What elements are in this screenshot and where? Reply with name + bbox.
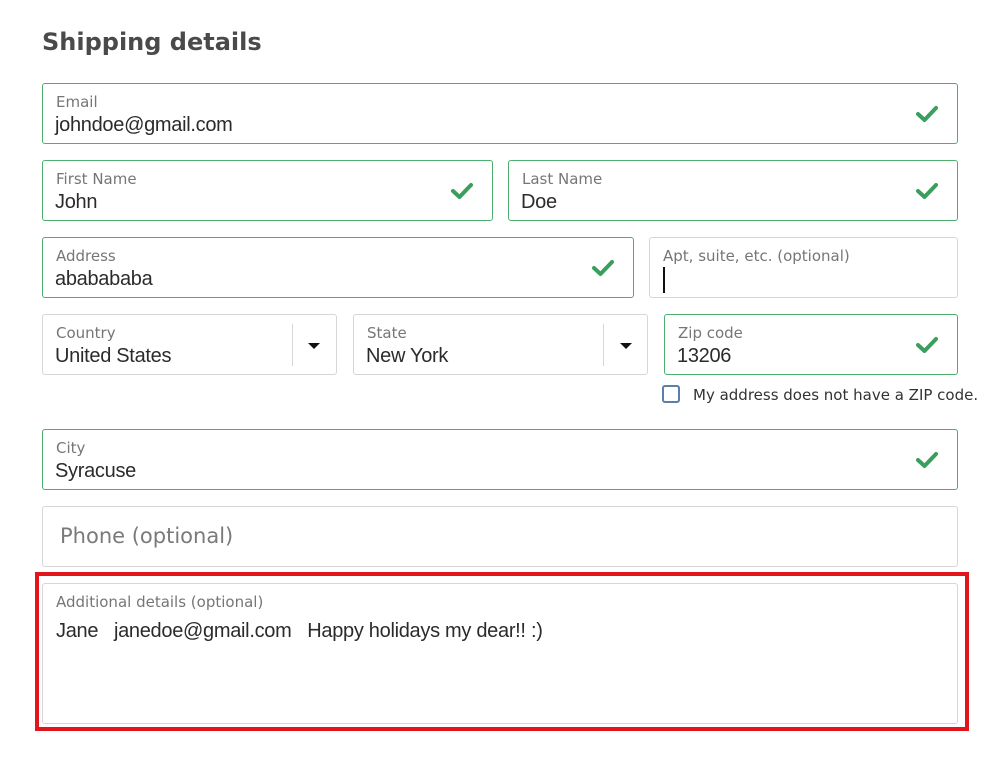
- chevron-down-icon[interactable]: [308, 343, 320, 349]
- country-value: United States: [55, 345, 172, 367]
- select-divider: [603, 324, 604, 366]
- phone-placeholder: Phone (optional): [60, 524, 234, 548]
- last-name-label: Last Name: [522, 170, 603, 188]
- apt-field[interactable]: Apt, suite, etc. (optional): [649, 237, 958, 298]
- select-divider: [292, 324, 293, 366]
- state-label: State: [367, 324, 407, 342]
- address-value[interactable]: ababababa: [55, 268, 153, 291]
- first-name-value[interactable]: John: [55, 191, 97, 214]
- city-value[interactable]: Syracuse: [55, 460, 136, 483]
- address-field[interactable]: Address ababababa: [42, 237, 634, 298]
- address-label: Address: [56, 247, 116, 265]
- chevron-down-icon[interactable]: [620, 343, 632, 349]
- text-cursor: [663, 267, 665, 293]
- first-name-label: First Name: [56, 170, 137, 188]
- email-value[interactable]: johndoe@gmail.com: [55, 114, 233, 137]
- city-label: City: [56, 439, 86, 457]
- last-name-field[interactable]: Last Name Doe: [508, 160, 958, 221]
- city-field[interactable]: City Syracuse: [42, 429, 958, 490]
- checkmark-icon: [915, 335, 939, 355]
- zip-code-label: Zip code: [678, 324, 743, 342]
- country-label: Country: [56, 324, 116, 342]
- checkmark-icon: [915, 104, 939, 124]
- zip-code-value[interactable]: 13206: [677, 345, 731, 368]
- phone-field[interactable]: Phone (optional): [42, 506, 958, 567]
- checkmark-icon: [915, 181, 939, 201]
- state-value: New York: [366, 345, 449, 367]
- no-zip-checkbox-label[interactable]: My address does not have a ZIP code.: [693, 386, 978, 404]
- first-name-field[interactable]: First Name John: [42, 160, 493, 221]
- checkmark-icon: [591, 258, 615, 278]
- no-zip-checkbox[interactable]: [662, 385, 680, 403]
- country-select[interactable]: Country United States: [42, 314, 337, 375]
- zip-code-field[interactable]: Zip code 13206: [664, 314, 958, 375]
- apt-label: Apt, suite, etc. (optional): [663, 247, 850, 265]
- email-field[interactable]: Email johndoe@gmail.com: [42, 83, 958, 144]
- last-name-value[interactable]: Doe: [521, 191, 557, 214]
- email-label: Email: [56, 93, 98, 111]
- checkmark-icon: [915, 450, 939, 470]
- page-title: Shipping details: [42, 28, 262, 56]
- checkmark-icon: [450, 181, 474, 201]
- state-select[interactable]: State New York: [353, 314, 648, 375]
- highlight-box: [35, 572, 969, 731]
